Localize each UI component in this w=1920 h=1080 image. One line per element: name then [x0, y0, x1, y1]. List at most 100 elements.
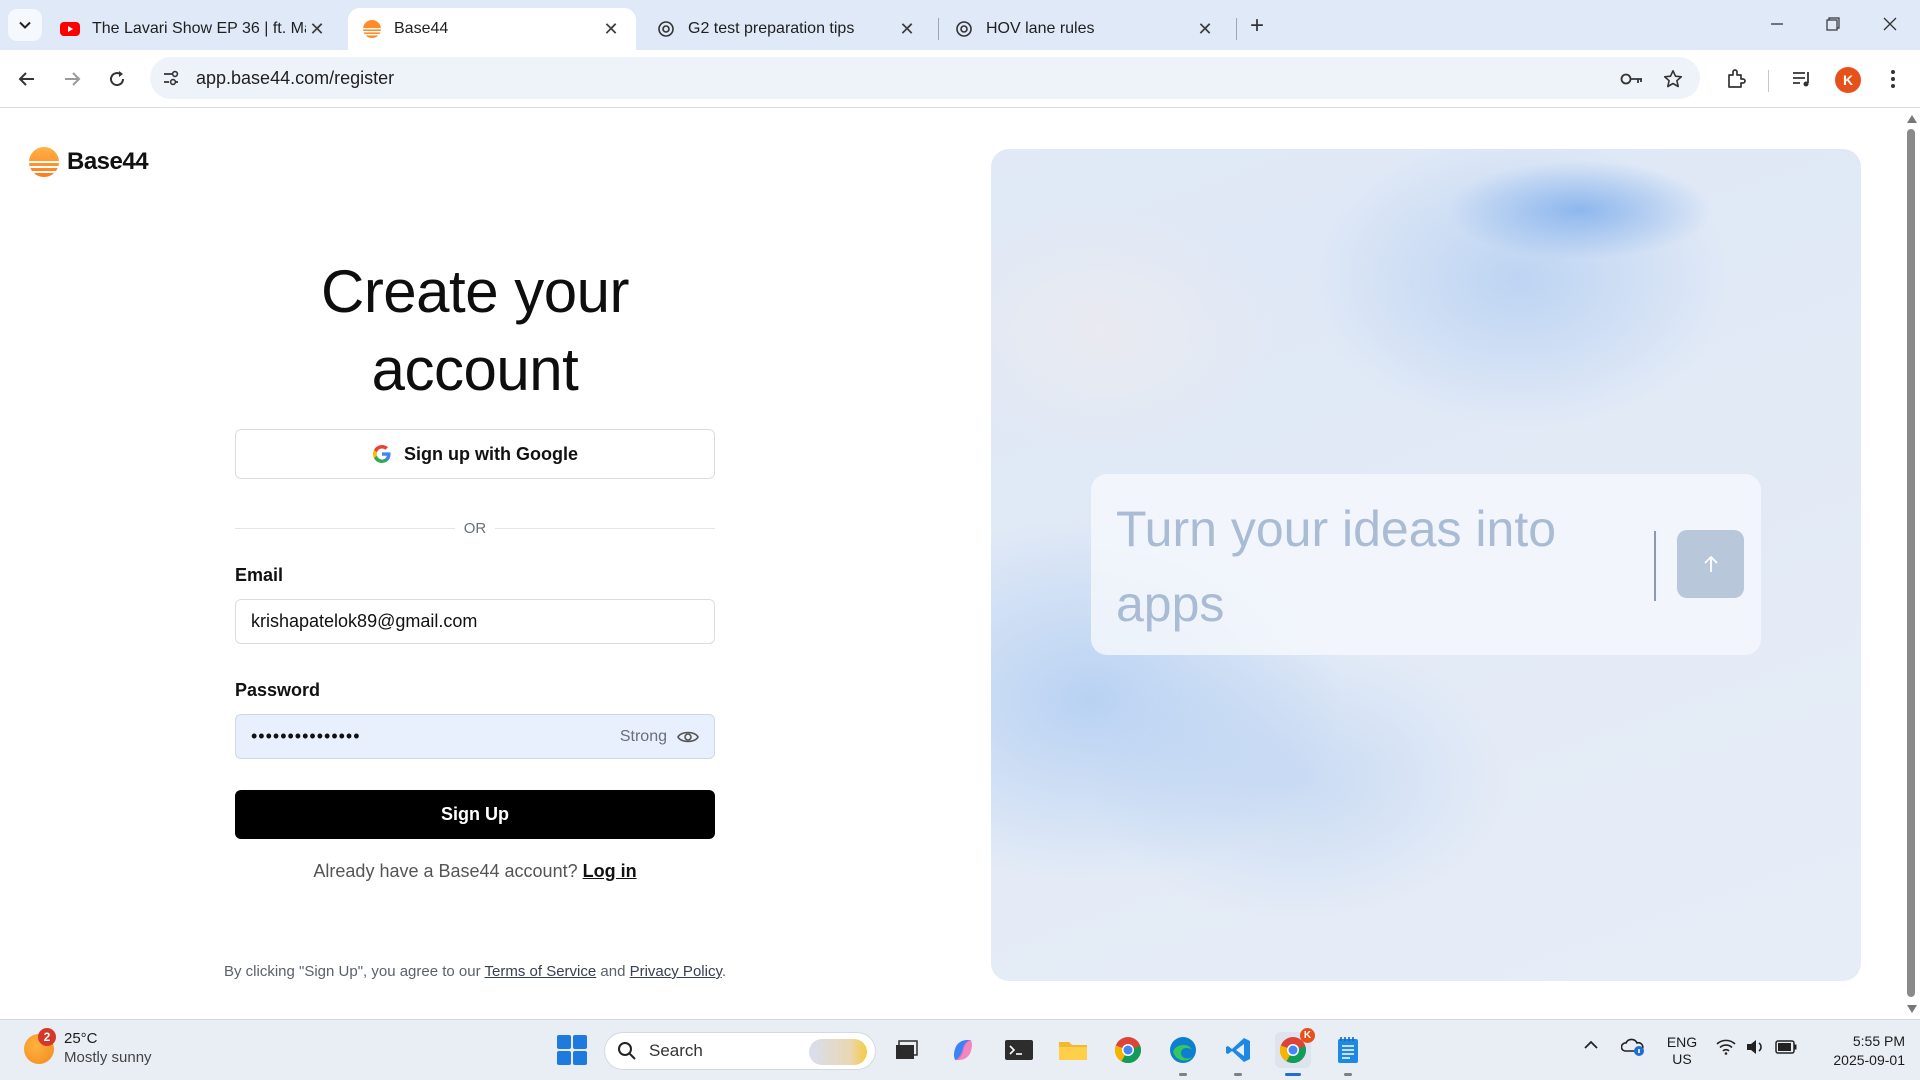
running-indicator — [1344, 1073, 1352, 1076]
reload-button[interactable] — [100, 62, 134, 96]
divider-line — [495, 528, 715, 529]
wifi-icon[interactable] — [1716, 1039, 1736, 1059]
file-explorer-icon[interactable] — [1055, 1032, 1091, 1068]
arrow-left-icon — [18, 72, 34, 86]
system-clock[interactable]: 5:55 PM 2025-09-01 — [1805, 1032, 1905, 1070]
tab-base44[interactable]: Base44 ✕ — [348, 8, 636, 50]
tab-hov-rules[interactable]: HOV lane rules ✕ — [940, 8, 1230, 50]
tab-title: The Lavari Show EP 36 | ft. Malh — [92, 20, 306, 37]
password-value: ••••••••••••••• — [251, 726, 361, 746]
close-tab-icon[interactable]: ✕ — [306, 18, 328, 40]
minimize-button[interactable] — [1757, 9, 1797, 39]
google-icon — [372, 444, 392, 464]
weather-condition: Mostly sunny — [64, 1049, 152, 1066]
register-page: Base44 Create your account Sign up with … — [0, 109, 1902, 1019]
running-indicator — [1285, 1073, 1301, 1076]
idea-prompt-placeholder: Turn your ideas into apps — [1116, 501, 1557, 632]
site-settings-icon[interactable] — [160, 67, 182, 89]
scroll-thumb[interactable] — [1907, 129, 1915, 997]
close-tab-icon[interactable]: ✕ — [896, 18, 918, 40]
battery-icon[interactable] — [1775, 1040, 1797, 1058]
terms-of-service-link[interactable]: Terms of Service — [485, 963, 597, 980]
minimize-icon — [1771, 23, 1783, 25]
login-prompt: Already have a Base44 account? Log in — [235, 861, 715, 882]
close-tab-icon[interactable]: ✕ — [1194, 18, 1216, 40]
login-link[interactable]: Log in — [583, 861, 637, 881]
email-field[interactable]: krishapatelok89@gmail.com — [235, 599, 715, 644]
clock-time: 5:55 PM — [1852, 1033, 1905, 1049]
tab-g2-tips[interactable]: G2 test preparation tips ✕ — [642, 8, 932, 50]
weather-temp: 25°C — [64, 1030, 98, 1047]
search-placeholder: Search — [649, 1041, 703, 1060]
toolbar-divider — [1768, 70, 1769, 92]
google-signup-label: Sign up with Google — [404, 443, 578, 464]
terms-suffix: . — [721, 963, 727, 980]
eye-icon[interactable] — [677, 729, 699, 745]
page-scrollbar[interactable] — [1902, 109, 1920, 1019]
chevron-down-icon — [19, 21, 31, 29]
chrome-active-icon[interactable]: K — [1275, 1028, 1315, 1076]
tab-title: Base44 — [394, 20, 449, 37]
chatgpt-icon — [656, 19, 676, 39]
google-signup-button[interactable]: Sign up with Google — [235, 429, 715, 479]
close-tab-icon[interactable]: ✕ — [600, 18, 622, 40]
tab-title: HOV lane rules — [986, 20, 1095, 37]
copilot-icon[interactable] — [945, 1032, 981, 1068]
language-bottom: US — [1672, 1051, 1692, 1067]
idea-prompt-card[interactable]: Turn your ideas into apps — [1091, 474, 1761, 655]
page-title: Create your account — [321, 258, 629, 403]
bookmark-star-icon[interactable] — [1661, 67, 1685, 91]
profile-avatar[interactable]: K — [1835, 67, 1861, 93]
scroll-down-arrow[interactable] — [1907, 1005, 1917, 1013]
start-button[interactable] — [557, 1035, 587, 1065]
privacy-policy-link[interactable]: Privacy Policy — [630, 963, 722, 980]
back-button[interactable] — [10, 62, 44, 96]
onedrive-status-icon[interactable] — [1620, 1037, 1645, 1061]
tray-overflow-chevron-icon[interactable] — [1583, 1038, 1599, 1055]
password-strength-label: Strong — [619, 727, 667, 745]
send-button[interactable] — [1677, 530, 1744, 598]
base44-icon — [362, 19, 382, 39]
close-icon — [1883, 17, 1897, 31]
volume-icon[interactable] — [1745, 1039, 1765, 1059]
password-key-icon[interactable] — [1620, 67, 1644, 91]
chrome-profile-badge: K — [1300, 1028, 1315, 1043]
running-indicator — [1179, 1073, 1187, 1076]
language-indicator[interactable]: ENG US — [1665, 1034, 1699, 1068]
tab-title: G2 test preparation tips — [688, 20, 855, 37]
media-controls-icon[interactable] — [1787, 64, 1817, 94]
tab-strip: The Lavari Show EP 36 | ft. Malh ✕ Base4… — [0, 0, 1920, 50]
scroll-up-arrow[interactable] — [1907, 115, 1917, 123]
terms-prefix: By clicking "Sign Up", you agree to our — [223, 963, 481, 980]
youtube-icon — [60, 19, 80, 39]
signup-button[interactable]: Sign Up — [235, 790, 715, 839]
or-divider: OR — [235, 518, 715, 540]
password-field[interactable]: ••••••••••••••• Strong — [235, 714, 715, 759]
notepad-icon[interactable] — [1330, 1032, 1366, 1076]
weather-sun-icon: 2 — [24, 1028, 56, 1064]
logo-text: Base44 — [67, 148, 149, 175]
weather-widget[interactable]: 2 25°C Mostly sunny — [24, 1028, 152, 1068]
forward-button[interactable] — [55, 62, 89, 96]
address-bar[interactable]: app.base44.com/register — [150, 57, 1700, 99]
base44-logo[interactable]: Base44 — [29, 147, 149, 177]
language-top: ENG — [1666, 1034, 1698, 1050]
arrow-up-icon — [1703, 555, 1718, 572]
tab-youtube[interactable]: The Lavari Show EP 36 | ft. Malh ✕ — [46, 8, 342, 50]
edge-icon[interactable] — [1165, 1032, 1201, 1076]
email-value: krishapatelok89@gmail.com — [251, 611, 478, 631]
extensions-icon[interactable] — [1721, 64, 1751, 94]
new-tab-button[interactable]: + — [1243, 12, 1271, 40]
tab-search-button[interactable] — [8, 9, 42, 41]
password-label: Password — [235, 680, 321, 700]
close-window-button[interactable] — [1870, 9, 1910, 39]
chatgpt-icon — [954, 19, 974, 39]
browser-menu-icon[interactable] — [1878, 64, 1908, 94]
restore-button[interactable] — [1813, 9, 1853, 39]
chrome-icon[interactable] — [1110, 1032, 1146, 1068]
vscode-icon[interactable] — [1220, 1032, 1256, 1076]
terminal-icon[interactable] — [1001, 1032, 1037, 1068]
task-view-icon[interactable] — [888, 1032, 924, 1068]
terms-notice: By clicking "Sign Up", you agree to our … — [160, 963, 790, 980]
taskbar-search[interactable]: Search — [604, 1032, 876, 1070]
